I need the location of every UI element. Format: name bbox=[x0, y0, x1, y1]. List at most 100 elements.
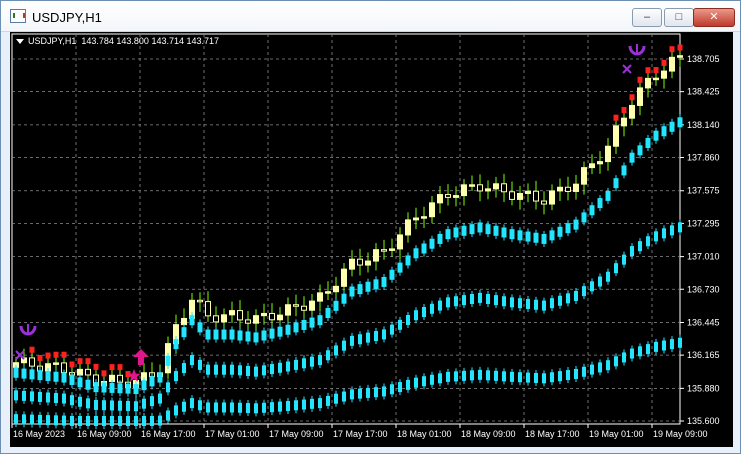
trail-dot-red bbox=[669, 46, 675, 53]
price-chart[interactable]: 138.705 138.425 138.140 137.860 137.575 137.2… bbox=[10, 32, 733, 447]
candle-body bbox=[509, 191, 515, 200]
candle-body bbox=[589, 163, 595, 169]
trail-dot-red bbox=[61, 351, 67, 358]
candle-body bbox=[77, 368, 83, 376]
trail-dot-red bbox=[69, 361, 75, 368]
candle-body bbox=[85, 368, 91, 376]
candle-body bbox=[477, 184, 483, 192]
candle-body bbox=[485, 188, 491, 192]
candle-body bbox=[309, 300, 315, 311]
price-axis-label: 137.295 bbox=[687, 218, 720, 228]
collapse-arrow-icon[interactable] bbox=[16, 39, 24, 45]
maximize-button[interactable]: □ bbox=[664, 8, 694, 27]
candle-body bbox=[429, 202, 435, 218]
price-axis-label: 138.425 bbox=[687, 87, 720, 97]
candle-body bbox=[269, 312, 275, 321]
candle-body bbox=[317, 292, 323, 302]
candle-body bbox=[197, 299, 203, 303]
candle-body bbox=[581, 167, 587, 185]
candle-body bbox=[397, 234, 403, 250]
candle-body bbox=[549, 190, 555, 205]
candle-body bbox=[445, 194, 451, 198]
candle-body bbox=[221, 314, 227, 323]
candle-body bbox=[301, 305, 307, 311]
chart-ohlc: 143.784 143.800 143.714 143.717 bbox=[81, 36, 220, 46]
candle-body bbox=[421, 216, 427, 219]
trail-dot-red bbox=[645, 67, 651, 74]
candle-body bbox=[533, 190, 539, 202]
candle-body bbox=[629, 104, 635, 119]
trail-dot-red bbox=[629, 94, 635, 101]
candle-body bbox=[413, 217, 419, 221]
chart-canvas[interactable]: 138.705 138.425 138.140 137.860 137.575 137.2… bbox=[10, 32, 733, 447]
price-axis-label: 136.730 bbox=[687, 284, 720, 294]
candle-body bbox=[557, 186, 563, 192]
minimize-button[interactable]: – bbox=[632, 8, 662, 27]
time-axis-label: 17 May 09:00 bbox=[269, 429, 324, 439]
buy-arrow-icon bbox=[133, 349, 149, 365]
trail-dot-red bbox=[109, 364, 115, 371]
candle-body bbox=[181, 317, 187, 326]
trail-dot-red bbox=[53, 351, 59, 358]
trail-dot-red bbox=[613, 114, 619, 121]
candle-body bbox=[453, 195, 459, 198]
candle-body bbox=[349, 258, 355, 270]
trail-dot-red bbox=[621, 107, 627, 114]
candle-body bbox=[285, 304, 291, 316]
candle-body bbox=[333, 285, 339, 293]
trail-dot-red bbox=[85, 358, 91, 365]
trail-dot-red bbox=[637, 76, 643, 83]
time-axis-label: 18 May 01:00 bbox=[397, 429, 452, 439]
chart-info-line: USDJPY,H1 143.784 143.800 143.714 143.71… bbox=[16, 36, 219, 46]
candle-body bbox=[277, 314, 283, 321]
price-axis-label: 137.575 bbox=[687, 186, 720, 196]
candle-body bbox=[389, 248, 395, 251]
time-axis-label: 17 May 01:00 bbox=[205, 429, 260, 439]
time-axis-label: 17 May 17:00 bbox=[333, 429, 388, 439]
trail-dot-red bbox=[117, 364, 123, 371]
trail-dot-red bbox=[77, 358, 83, 365]
candle-body bbox=[437, 194, 443, 204]
candle-body bbox=[405, 219, 411, 236]
price-axis-label: 138.705 bbox=[687, 54, 720, 64]
time-axis-label: 18 May 17:00 bbox=[525, 429, 580, 439]
time-axis-label: 16 May 09:00 bbox=[77, 429, 132, 439]
candle-body bbox=[493, 183, 499, 190]
close-button[interactable]: ✕ bbox=[693, 8, 735, 27]
candle-body bbox=[293, 304, 299, 307]
trail-dot-red bbox=[45, 352, 51, 359]
candle-body bbox=[261, 312, 267, 317]
price-axis-label: 136.445 bbox=[687, 317, 720, 327]
candle-body bbox=[213, 315, 219, 323]
candle-body bbox=[229, 310, 235, 316]
price-axis-label: 135.880 bbox=[687, 383, 720, 393]
price-axis-label: 137.010 bbox=[687, 252, 720, 262]
candle-body bbox=[637, 87, 643, 106]
candle-body bbox=[517, 192, 523, 200]
price-axis-label: 138.140 bbox=[687, 120, 720, 130]
price-axis-label: 136.165 bbox=[687, 350, 720, 360]
candle-body bbox=[461, 184, 467, 197]
time-axis-label: 19 May 01:00 bbox=[589, 429, 644, 439]
candle-body bbox=[645, 77, 651, 89]
title-bar[interactable]: USDJPY,H1 – □ ✕ bbox=[1, 1, 740, 32]
candle-body bbox=[613, 125, 619, 147]
time-axis-label: 16 May 17:00 bbox=[141, 429, 196, 439]
candle-body bbox=[661, 70, 667, 79]
candle-body bbox=[325, 291, 331, 294]
candle-body bbox=[53, 362, 59, 365]
candle-body bbox=[597, 161, 603, 165]
time-axis-label: 18 May 09:00 bbox=[461, 429, 516, 439]
candle-body bbox=[677, 55, 683, 58]
trail-dot-red bbox=[653, 67, 659, 74]
trail-dot-red bbox=[29, 346, 35, 353]
chart-symbol: USDJPY,H1 bbox=[28, 36, 77, 46]
candle-body bbox=[605, 145, 611, 163]
candle-body bbox=[669, 56, 675, 72]
candle-body bbox=[525, 190, 531, 194]
candle-body bbox=[365, 260, 371, 266]
candle-body bbox=[373, 249, 379, 262]
buy-star-icon bbox=[127, 369, 141, 382]
candle-body bbox=[565, 186, 571, 192]
candle-body bbox=[205, 301, 211, 317]
